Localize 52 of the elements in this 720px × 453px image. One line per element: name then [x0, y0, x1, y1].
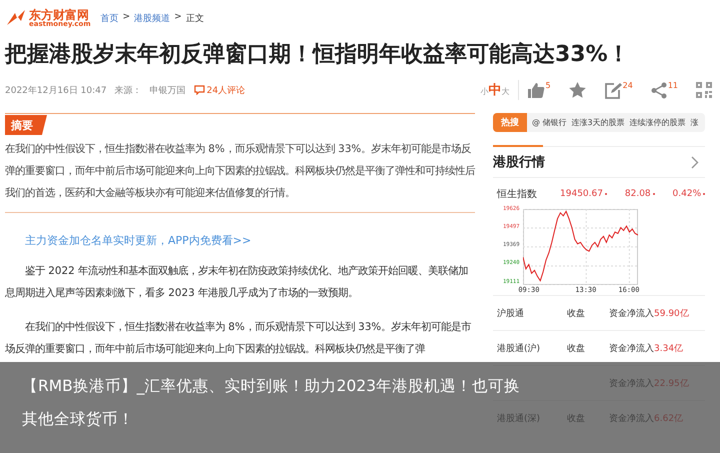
index-price: 19450.67: [560, 189, 603, 199]
net-inflow: 资金净流入59.90亿: [609, 308, 689, 320]
font-size-option[interactable]: 小: [480, 86, 489, 97]
channel-name: 港股通(深): [497, 412, 542, 424]
breadcrumb-link[interactable]: 首页: [100, 12, 119, 24]
index-name: 恒生指数: [497, 188, 538, 201]
summary-text: 在我们的中性假设下，恒生指数潜在收益率为 8%，而乐观情景下可以达到 33%。岁末年初可能是市场反弹的重要窗口，而年中前后市场可能迎来向上向下因素的拉锯战。科网板块仍然是平衡了弹性和可持续性后我们的首选，医药和大金融等板块亦有可能迎来估值修复的行情。: [5, 138, 475, 213]
share-icon[interactable]: [650, 82, 667, 98]
up-marker-icon: [604, 193, 607, 195]
article-paragraph: 在我们的中性假设下，恒生指数潜在收益率为 8%，而乐观情景下可以达到 33%。岁末年初可能是市场反弹的重要窗口，而年中前后市场可能迎来向上向下因素的拉锯战。科网板块仍然是平衡了弹: [5, 320, 472, 357]
font-size-option[interactable]: 大: [502, 86, 510, 97]
font-size-option[interactable]: 中: [488, 81, 502, 99]
logo-icon: [5, 9, 27, 27]
hot-search-link[interactable]: @ 储银行: [532, 117, 567, 128]
action-count: 24: [622, 82, 633, 90]
article-paragraph: 鉴于 2022 年流动性和基本面双触底，岁末年初在防疫政策持续优化、地产政策开始回暖、美联储加息周期进入尾声等因素刺激下，看多 2023 年港股几乎成为了市场的一致预期。: [5, 264, 470, 301]
source-name: 申银万国: [150, 84, 186, 96]
article-title: 把握港股岁末年初反弹窗口期！恒指明年收益率可能高达33%！: [5, 40, 631, 69]
index-percent: 0.42%: [672, 189, 702, 199]
hot-search-link[interactable]: 涨: [690, 117, 699, 128]
market-status: 收盘: [567, 342, 586, 354]
channel-name: 港股通(沪): [497, 342, 542, 354]
channel-name: 沪股通: [497, 308, 525, 320]
breadcrumb-separator: >: [122, 12, 130, 24]
publish-date: 2022年12月16日 10:47: [5, 84, 107, 96]
hot-search-link[interactable]: 连续涨停的股票: [630, 117, 686, 128]
index-change: 82.08: [624, 189, 651, 199]
up-marker-icon: [703, 193, 706, 195]
comments-link[interactable]: 24人评论: [194, 84, 246, 96]
net-inflow: 资金净流入3.34亿: [609, 342, 684, 354]
action-count: 11: [668, 82, 678, 90]
qr-code-icon[interactable]: [696, 82, 712, 98]
breadcrumb-separator: >: [174, 12, 182, 24]
breadcrumb-link[interactable]: 港股频道: [134, 12, 170, 24]
section-title: 港股行情: [493, 154, 545, 171]
ad-caption: 其他全球货币！: [22, 409, 134, 430]
hot-search-tab[interactable]: 热搜: [493, 113, 527, 132]
promo-link[interactable]: 主力资金加仓名单实时更新，APP内免费看>>: [25, 233, 475, 248]
chevron-right-icon[interactable]: [691, 156, 699, 168]
star-icon[interactable]: [568, 82, 586, 98]
market-status: 收盘: [567, 412, 586, 424]
source-label: 来源：: [114, 84, 142, 96]
summary-label: 摘要: [5, 115, 47, 135]
market-status: 收盘: [567, 308, 586, 320]
comment-icon: [194, 85, 205, 95]
thumbs-up-icon[interactable]: [526, 82, 545, 98]
breadcrumb-current: 正文: [186, 12, 204, 24]
edit-icon[interactable]: [604, 82, 622, 98]
action-count: 5: [546, 82, 551, 90]
hot-search-link[interactable]: 连涨3天的股票: [572, 117, 625, 128]
ad-caption: 【RMB换港币】_汇率优惠、实时到账！助力2023年港股机遇！也可换: [22, 376, 520, 397]
up-marker-icon: [652, 193, 655, 195]
